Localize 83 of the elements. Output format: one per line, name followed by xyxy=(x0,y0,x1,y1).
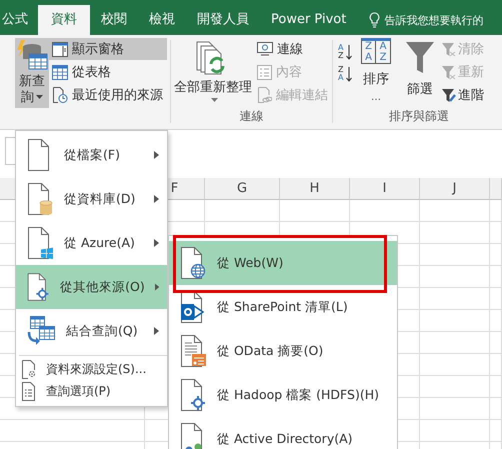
menu-item[interactable]: 從 SharePoint 清單(L) xyxy=(169,285,397,329)
table-cell xyxy=(490,332,502,354)
menu-item[interactable]: 從 Active Directory(A) xyxy=(169,417,397,449)
funnel-icon xyxy=(442,64,456,80)
connection-icon xyxy=(257,42,273,56)
filter-button[interactable]: 篩選 xyxy=(400,38,440,108)
sort-descending-button[interactable]: Z A xyxy=(338,66,352,82)
ribbon-tab[interactable]: 校閱 xyxy=(90,5,138,35)
funnel-icon xyxy=(442,88,456,102)
menu-item[interactable]: 從檔案(F) xyxy=(16,133,167,177)
ribbon-button[interactable]: 最近使用的來源 xyxy=(49,84,167,106)
column-header[interactable]: G xyxy=(205,178,280,200)
table-cell xyxy=(420,420,490,442)
database-table-icon xyxy=(15,40,49,70)
table-cell xyxy=(490,376,502,398)
column-header[interactable] xyxy=(490,178,502,200)
funnel-icon xyxy=(442,42,456,56)
sort-ascending-button[interactable]: A Z xyxy=(338,44,352,60)
menu-item[interactable]: 結合查詢(Q) xyxy=(16,309,167,353)
document-icon xyxy=(26,183,54,215)
menu-item[interactable]: 資料來源設定(S)... xyxy=(16,358,167,380)
table-cell xyxy=(420,332,490,354)
table-icon xyxy=(52,64,68,80)
document-list-icon xyxy=(21,382,37,400)
group-label: 連線 xyxy=(238,108,264,125)
table-cell xyxy=(490,288,502,310)
ribbon-tab[interactable]: Power Pivot xyxy=(260,5,358,35)
table-cell xyxy=(490,354,502,376)
table-cell xyxy=(350,200,420,222)
caret-icon xyxy=(36,95,43,100)
ribbon-button[interactable]: 顯示窗格 xyxy=(49,38,167,60)
table-cell xyxy=(420,244,490,266)
table-cell xyxy=(490,420,502,442)
edit-links-icon xyxy=(257,87,272,103)
document-icon xyxy=(26,227,54,259)
table-cell xyxy=(490,266,502,288)
funnel-icon xyxy=(405,40,435,74)
odata-feed-icon xyxy=(179,335,207,367)
new-query-button[interactable]: 新查詢 xyxy=(15,38,49,108)
table-cell xyxy=(490,200,502,222)
lightbulb-icon xyxy=(369,12,380,28)
document-icon xyxy=(26,271,50,303)
ribbon-tab[interactable]: 公式 xyxy=(0,5,38,35)
table-cell xyxy=(420,288,490,310)
table-cell xyxy=(420,354,490,376)
menu-item[interactable]: 從 Azure(A) xyxy=(16,221,167,265)
group-label: 排序與篩選 xyxy=(388,108,450,125)
column-header[interactable]: J xyxy=(420,178,490,200)
combine-tables-icon xyxy=(26,316,56,346)
ribbon-button[interactable]: 從表格 xyxy=(49,61,167,83)
table-cell xyxy=(420,310,490,332)
table-cell xyxy=(420,200,490,222)
column-header[interactable]: I xyxy=(350,178,420,200)
ribbon-button[interactable]: 進階 xyxy=(442,84,484,106)
pane-icon xyxy=(52,42,68,56)
table-cell xyxy=(490,398,502,420)
menu-item[interactable]: 從 Hadoop 檔案 (HDFS)(H) xyxy=(169,373,397,417)
sort-button[interactable]: Z A A Z 排序 … xyxy=(356,38,396,108)
web-document-icon xyxy=(179,247,207,279)
document-gear-icon xyxy=(21,360,37,378)
properties-icon xyxy=(257,64,272,80)
ribbon-tab[interactable]: 資料 xyxy=(38,5,90,35)
tell-me-field[interactable]: 告訴我您想要執行的 xyxy=(384,12,484,28)
column-header[interactable]: H xyxy=(280,178,350,200)
ribbon-button[interactable]: 連線 xyxy=(254,38,332,60)
table-cell xyxy=(490,222,502,244)
hadoop-file-icon xyxy=(179,379,207,411)
menu-item[interactable]: 從 OData 摘要(O) xyxy=(169,329,397,373)
table-cell xyxy=(420,398,490,420)
menu-item[interactable]: 從其他來源(O) xyxy=(16,265,167,309)
table-cell xyxy=(420,222,490,244)
menu-item[interactable]: 從 Web(W) xyxy=(169,241,397,285)
table-cell xyxy=(420,376,490,398)
recent-source-icon xyxy=(52,87,68,103)
table-cell xyxy=(490,244,502,266)
ribbon-tab[interactable]: 檢視 xyxy=(138,5,186,35)
table-cell xyxy=(490,310,502,332)
ribbon-tab[interactable]: 開發人員 xyxy=(186,5,260,35)
sharepoint-icon xyxy=(179,291,207,323)
caret-icon xyxy=(210,98,218,102)
menu-item[interactable]: 查詢選項(P) xyxy=(16,380,167,402)
refresh-all-button[interactable]: 全部重新整理 xyxy=(174,38,252,108)
table-cell xyxy=(420,266,490,288)
